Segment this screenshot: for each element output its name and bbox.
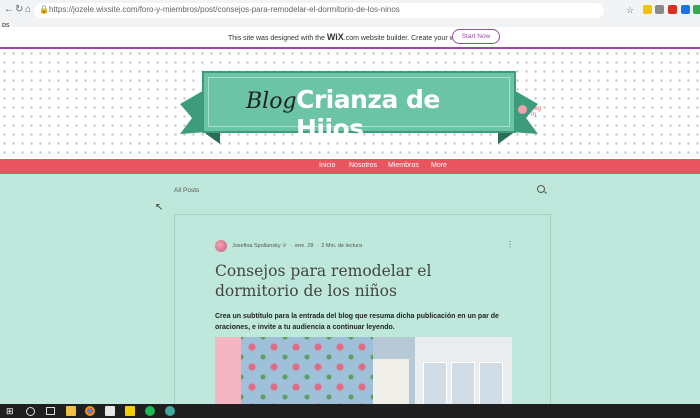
post-title: Consejos para remodelar el dormitorio de… bbox=[215, 262, 432, 300]
logo-script-text: Blog bbox=[246, 89, 297, 114]
nav-item-inicio[interactable]: Inicio bbox=[319, 162, 335, 169]
start-now-button[interactable]: Start Now bbox=[452, 29, 500, 44]
post-subtitle: Crea un subtítulo para la entrada del bl… bbox=[215, 313, 499, 331]
address-bar[interactable]: 🔒 https://jozele.wixsite.com/foro-y-miem… bbox=[34, 3, 604, 18]
main-nav: Inicio Nosotros Miembros More bbox=[0, 159, 700, 174]
windows-start-icon[interactable]: ⊞ bbox=[6, 406, 16, 416]
extension-icon[interactable] bbox=[643, 5, 652, 14]
sticky-notes-icon[interactable] bbox=[125, 406, 135, 416]
site-title: Crianza de Hijos bbox=[296, 85, 440, 143]
lock-icon: 🔒 bbox=[39, 5, 49, 14]
back-icon[interactable]: ← bbox=[4, 4, 14, 16]
reload-icon[interactable]: ↻ bbox=[15, 4, 23, 16]
chrome-icon[interactable] bbox=[85, 406, 95, 416]
post-date: ene. 28 bbox=[295, 243, 314, 249]
task-view-icon[interactable] bbox=[46, 407, 55, 415]
os-taskbar: ⊞ bbox=[0, 404, 700, 418]
author-avatar[interactable] bbox=[215, 240, 227, 252]
post-cover-image bbox=[215, 337, 512, 407]
extension-icon[interactable] bbox=[693, 5, 700, 14]
wix-promo-banner: This site was designed with the WiX.com … bbox=[0, 27, 700, 49]
site-logo[interactable]: Blog Crianza de Hijos bbox=[202, 71, 516, 143]
search-taskbar-icon[interactable] bbox=[26, 407, 35, 416]
browser-toolbar: ← ↻ ⌂ 🔒 https://jozele.wixsite.com/foro-… bbox=[0, 0, 700, 23]
login-label: Log In bbox=[531, 106, 542, 118]
home-icon[interactable]: ⌂ bbox=[25, 4, 31, 16]
nav-item-miembros[interactable]: Miembros bbox=[388, 162, 419, 169]
image-shelf bbox=[373, 359, 409, 407]
nav-item-nosotros[interactable]: Nosotros bbox=[349, 162, 377, 169]
extension-icon[interactable] bbox=[655, 5, 664, 14]
post-card: Josefina Spollansky ♕ · ene. 28 · 2 Min.… bbox=[174, 214, 551, 414]
mouse-cursor-icon: ↖ bbox=[155, 202, 164, 213]
read-time: 2 Min. de lectura bbox=[321, 243, 363, 249]
post-meta: Josefina Spollansky ♕ · ene. 28 · 2 Min.… bbox=[232, 243, 363, 249]
file-explorer-icon[interactable] bbox=[66, 406, 76, 416]
app-icon[interactable] bbox=[105, 406, 115, 416]
image-window-pane bbox=[451, 362, 475, 407]
more-options-icon[interactable]: ⋮ bbox=[506, 240, 514, 249]
search-icon[interactable] bbox=[537, 185, 545, 193]
app-icon[interactable] bbox=[165, 406, 175, 416]
user-icon bbox=[518, 105, 527, 114]
site-header: Blog Crianza de Hijos Log In bbox=[0, 49, 700, 159]
image-pink-wall bbox=[215, 337, 241, 407]
image-floral-wallpaper bbox=[241, 337, 373, 407]
nav-item-more[interactable]: More bbox=[431, 162, 447, 169]
star-icon[interactable]: ☆ bbox=[626, 4, 634, 16]
wix-logo: WiX bbox=[326, 32, 344, 42]
all-posts-link[interactable]: All Posts bbox=[174, 187, 199, 194]
image-window-pane bbox=[423, 362, 447, 407]
spotify-icon[interactable] bbox=[145, 406, 155, 416]
extension-icon[interactable] bbox=[668, 5, 677, 14]
url-text: https://jozele.wixsite.com/foro-y-miembr… bbox=[49, 5, 400, 14]
author-name[interactable]: Josefina Spollansky bbox=[232, 243, 281, 249]
extension-icon[interactable] bbox=[681, 5, 690, 14]
image-window bbox=[415, 337, 512, 407]
image-window-pane bbox=[479, 362, 503, 407]
